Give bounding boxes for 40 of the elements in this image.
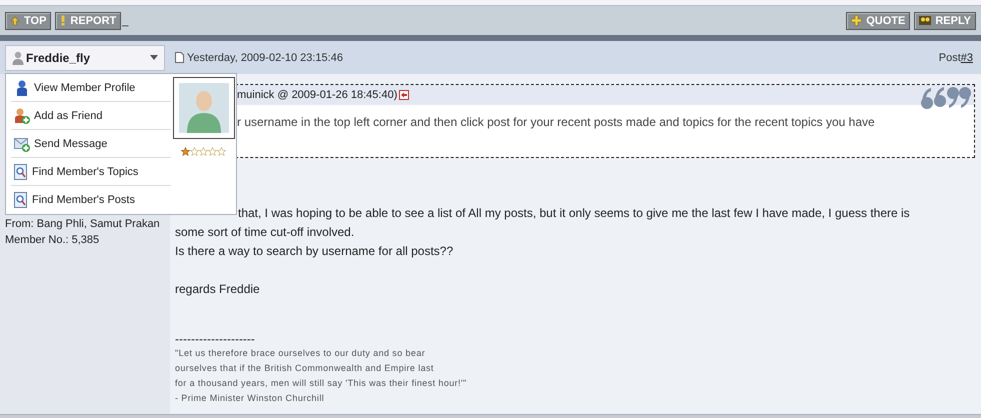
exclamation-icon — [60, 15, 66, 26]
signature-text: "Let us therefore brace ourselves to our duty and so bear — [175, 347, 426, 360]
post-date: Yesterday, 2009-02-10 23:15:46 — [187, 52, 344, 64]
post-text: Is there a way to search by username for all posts?? — [175, 243, 454, 260]
menu-item[interactable]: Find Member's Topics — [11, 159, 171, 186]
document-icon — [175, 52, 184, 63]
username-dropdown[interactable]: Freddie_fly — [5, 44, 165, 70]
plus-icon — [851, 15, 862, 26]
envelope-plus-icon — [14, 136, 30, 152]
trailing-mark: _ — [122, 14, 128, 26]
star-icon — [181, 147, 190, 156]
caret-icon — [150, 55, 158, 60]
post-number-link[interactable]: #3 — [960, 52, 973, 64]
menu-item[interactable]: Add as Friend — [11, 103, 171, 130]
star-icon — [208, 147, 217, 156]
signature-text: ourselves that if the British Commonwealth and Empire last — [175, 362, 435, 375]
menu-item[interactable]: Send Message — [11, 131, 171, 158]
star-icon — [217, 147, 226, 156]
document-search-icon — [14, 164, 28, 180]
up-arrow-icon — [10, 16, 20, 26]
add-friend-icon — [14, 108, 30, 124]
member-number: Member No.: 5,385 — [5, 233, 100, 248]
post-text: regards Freddie — [175, 281, 261, 298]
post-text: that, I was hoping to be able to see a list of All my posts, but it only seems to give me the last few I have made, I guess there is some sort of time cut-off involved. — [175, 205, 911, 241]
document-search-icon — [14, 192, 28, 208]
person-icon — [14, 80, 30, 96]
signature-text: - Prime Minister Winston Churchill — [175, 392, 326, 405]
avatar-silhouette-icon — [178, 83, 228, 133]
menu-item[interactable]: View Member Profile — [11, 75, 171, 102]
back-arrow-icon[interactable] — [399, 90, 410, 100]
signature-separator: -------------------- — [175, 332, 256, 346]
post-label: Post — [938, 52, 961, 64]
signature-text: for a thousand years, men will still say 'This was their finest hour!'" — [175, 377, 468, 390]
star-icon — [199, 147, 208, 156]
quote-text: r username in the top left corner and then click post for your recent posts made and topics for the recent topics you have — [236, 114, 876, 129]
user-icon — [12, 50, 24, 64]
menu-item[interactable]: Find Member's Posts — [11, 187, 171, 213]
star-icon — [190, 147, 199, 156]
member-location: From: Bang Phli, Samut Prakan — [5, 218, 161, 231]
quote-author: muinick @ 2009-01-26 18:45:40) — [237, 89, 398, 101]
